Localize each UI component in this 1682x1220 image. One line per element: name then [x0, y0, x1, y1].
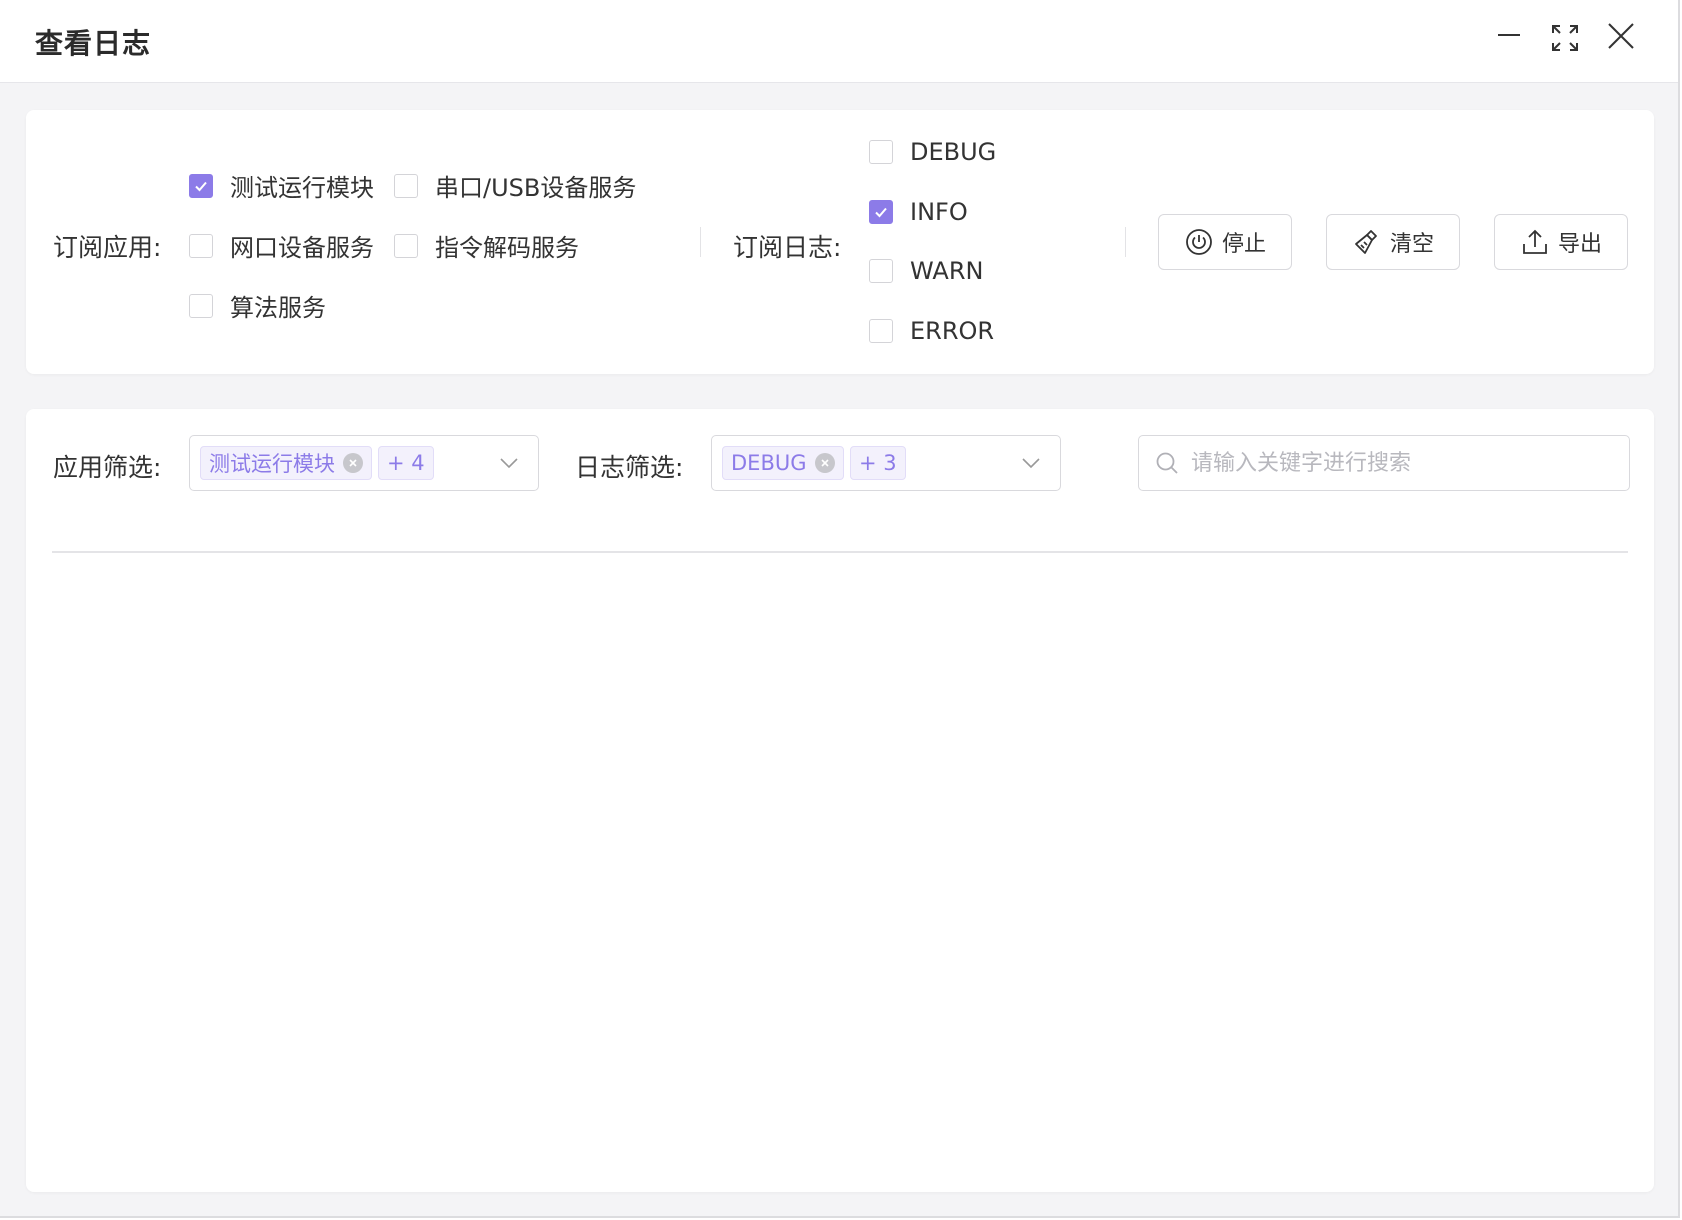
divider — [700, 227, 701, 257]
subscription-panel: 订阅应用: 测试运行模块 串口/USB设备服务 网口设备服务 指令解码服务 算法… — [26, 110, 1654, 374]
level-checkbox-warn[interactable]: WARN — [869, 257, 983, 285]
checkbox-label: 算法服务 — [230, 294, 326, 322]
check-icon — [875, 207, 887, 218]
search-box — [1138, 435, 1630, 491]
app-checkbox-decoder[interactable]: 指令解码服务 — [394, 228, 579, 263]
checkbox-box — [189, 293, 213, 318]
log-filter-label: 日志筛选: — [575, 453, 684, 482]
tag-label: 测试运行模块 — [209, 452, 335, 476]
app-filter-more-tag: + 4 — [378, 446, 434, 480]
close-icon — [349, 459, 357, 467]
log-filter-select[interactable]: DEBUG + 3 — [711, 435, 1061, 491]
stop-button[interactable]: 停止 — [1158, 214, 1292, 270]
upload-icon — [1523, 229, 1547, 254]
tag-remove-button[interactable] — [814, 453, 835, 473]
export-button[interactable]: 导出 — [1494, 214, 1628, 270]
clear-button-label: 清空 — [1389, 232, 1434, 257]
subscribe-log-label: 订阅日志: — [733, 233, 842, 262]
app-filter-select[interactable]: 测试运行模块 + 4 — [189, 435, 539, 491]
app-filter-tag: 测试运行模块 — [200, 446, 372, 480]
minimize-button[interactable] — [1489, 18, 1529, 58]
close-button[interactable] — [1601, 18, 1641, 58]
checkbox-box — [189, 233, 213, 258]
level-checkbox-error[interactable]: ERROR — [869, 317, 994, 345]
maximize-button[interactable] — [1545, 18, 1585, 58]
app-checkbox-serial-usb[interactable]: 串口/USB设备服务 — [394, 168, 636, 203]
log-filter-tag: DEBUG — [722, 446, 844, 480]
checkbox-label: 串口/USB设备服务 — [435, 174, 637, 202]
window-title: 查看日志 — [35, 27, 152, 60]
tag-remove-button[interactable] — [343, 453, 363, 473]
log-panel: 应用筛选: 测试运行模块 + 4 日志筛选: DEBUG + 3 — [26, 409, 1654, 1192]
checkbox-label: DEBUG — [910, 138, 997, 166]
check-icon — [195, 181, 207, 191]
subscribe-app-label: 订阅应用: — [53, 233, 162, 262]
clear-button[interactable]: 清空 — [1326, 214, 1460, 270]
title-bar: 查看日志 — [0, 0, 1678, 83]
close-icon — [820, 459, 829, 467]
app-filter-label: 应用筛选: — [53, 453, 162, 482]
checkbox-box — [869, 319, 893, 343]
checkbox-label: 指令解码服务 — [435, 234, 579, 262]
checkbox-label: 测试运行模块 — [230, 174, 374, 202]
level-checkbox-info[interactable]: INFO — [869, 198, 968, 226]
app-checkbox-algorithm[interactable]: 算法服务 — [189, 288, 326, 323]
minimize-icon — [1498, 34, 1520, 36]
app-checkbox-network[interactable]: 网口设备服务 — [189, 228, 374, 263]
log-list[interactable] — [52, 555, 1628, 1165]
divider — [1125, 227, 1126, 257]
log-filter-more-tag: + 3 — [850, 446, 906, 480]
checkbox-box — [394, 233, 418, 258]
checkbox-box — [869, 200, 893, 224]
level-checkbox-debug[interactable]: DEBUG — [869, 138, 996, 166]
stop-button-label: 停止 — [1221, 232, 1266, 257]
checkbox-label: INFO — [910, 198, 968, 226]
checkbox-box — [869, 140, 893, 164]
tag-label: DEBUG — [731, 451, 807, 475]
close-icon — [1608, 23, 1634, 49]
checkbox-label: 网口设备服务 — [230, 234, 374, 262]
checkbox-box — [189, 173, 213, 198]
checkbox-box — [394, 173, 418, 198]
checkbox-box — [869, 259, 893, 283]
maximize-icon — [1552, 25, 1578, 51]
chevron-down-icon — [1022, 458, 1040, 469]
checkbox-label: WARN — [910, 257, 984, 285]
app-checkbox-test-runner[interactable]: 测试运行模块 — [189, 168, 374, 203]
search-icon — [1156, 452, 1178, 474]
search-input[interactable] — [1191, 444, 1611, 482]
log-viewer-window: 查看日志 订阅应用: 测试运行模块 串口/USB设备服务 网口设备服务 指令解码… — [0, 0, 1680, 1218]
power-icon — [1186, 229, 1212, 255]
broom-icon — [1355, 230, 1377, 254]
chevron-down-icon — [500, 458, 518, 469]
checkbox-label: ERROR — [910, 317, 995, 345]
export-button-label: 导出 — [1557, 232, 1602, 257]
log-header-divider — [52, 551, 1628, 553]
